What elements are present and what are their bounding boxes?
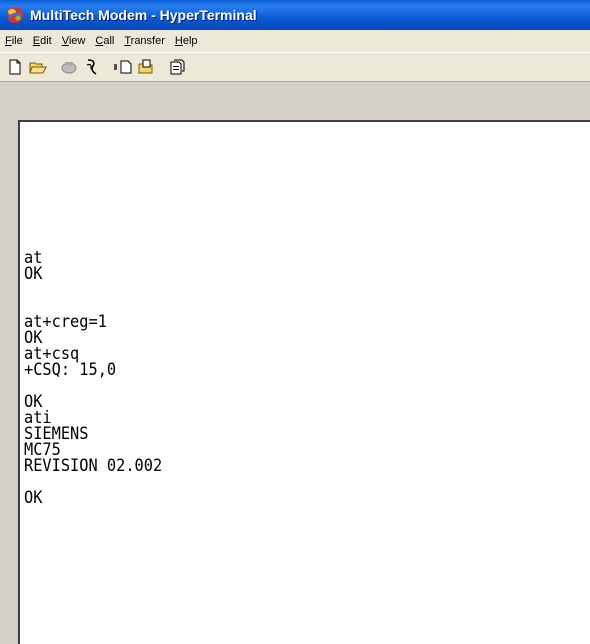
dial-phone-icon — [61, 62, 76, 74]
menu-help[interactable]: Help — [170, 31, 203, 51]
call-button[interactable] — [57, 56, 80, 78]
title-bar[interactable]: MultiTech Modem - HyperTerminal — [0, 0, 590, 30]
new-icon — [9, 59, 20, 75]
hyperterminal-app-icon[interactable] — [5, 5, 25, 25]
open-button[interactable] — [26, 56, 49, 78]
menu-bar: File Edit View Call Transfer Help — [0, 30, 590, 52]
window-title: MultiTech Modem - HyperTerminal — [30, 7, 257, 23]
open-folder-icon — [28, 62, 47, 74]
send-icon — [113, 60, 131, 74]
terminal-screen[interactable]: at OK at+creg=1 OK at+csq +CSQ: 15,0 OK … — [18, 120, 590, 644]
menu-edit[interactable]: Edit — [28, 31, 57, 51]
toolbar — [0, 52, 590, 82]
new-connection-button[interactable] — [3, 56, 26, 78]
receive-button[interactable] — [134, 56, 157, 78]
terminal-frame: at OK at+creg=1 OK at+csq +CSQ: 15,0 OK … — [0, 82, 590, 644]
send-button[interactable] — [111, 56, 134, 78]
terminal-output: at OK at+creg=1 OK at+csq +CSQ: 15,0 OK … — [24, 248, 163, 508]
disconnect-icon — [86, 59, 96, 75]
menu-view[interactable]: View — [57, 31, 91, 51]
receive-icon — [138, 59, 152, 74]
menu-transfer[interactable]: Transfer — [119, 31, 170, 51]
menu-file[interactable]: File — [0, 31, 28, 51]
disconnect-button[interactable] — [80, 56, 103, 78]
properties-icon — [170, 59, 184, 75]
properties-button[interactable] — [165, 56, 188, 78]
menu-call[interactable]: Call — [90, 31, 119, 51]
